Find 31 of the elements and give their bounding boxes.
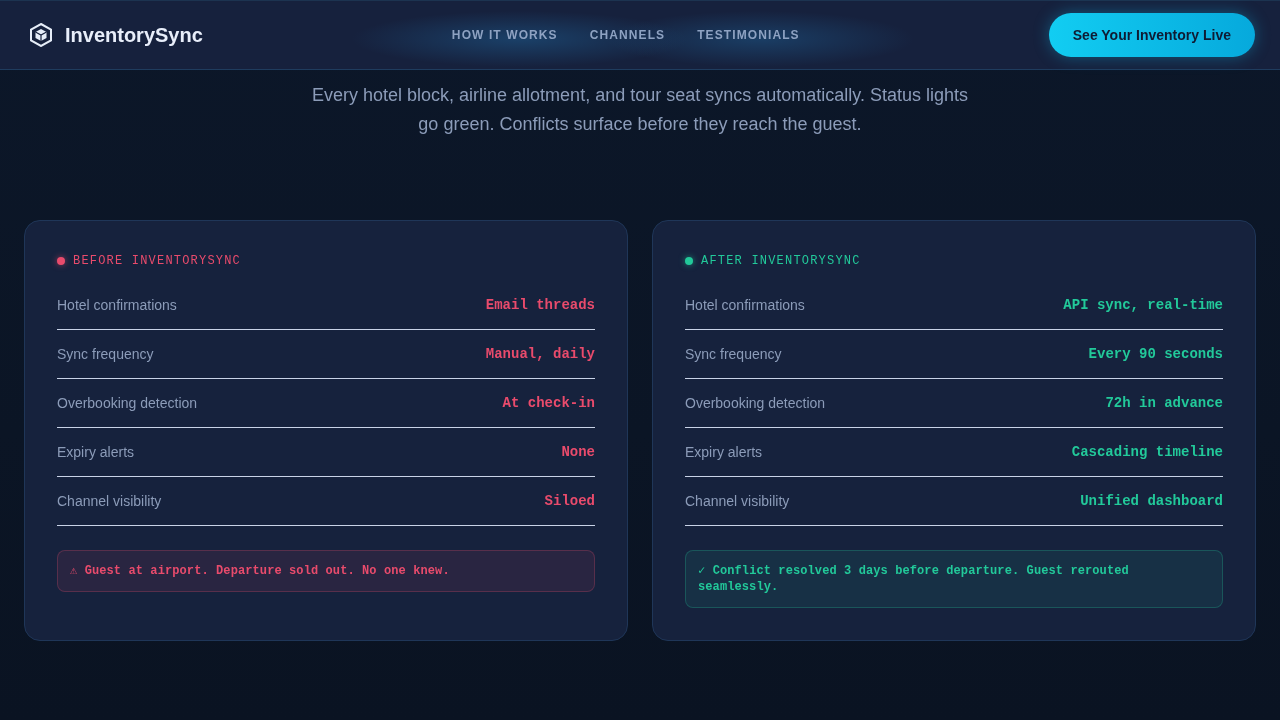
row-value: None [561, 443, 595, 462]
callout-message: ⚠ Guest at airport. Departure sold out. No one knew. [57, 550, 595, 592]
row-label: Channel visibility [57, 492, 162, 511]
row-value: Unified dashboard [1080, 492, 1223, 511]
cta-button[interactable]: See Your Inventory Live [1048, 13, 1255, 57]
callout-message: ✓ Conflict resolved 3 days before departure. Guest rerouted seamlessly. [685, 550, 1223, 608]
row-value: Cascading timeline [1071, 443, 1223, 462]
row-label: Hotel confirmations [685, 296, 805, 315]
row-label: Sync frequency [685, 345, 782, 364]
nav-link[interactable]: CHANNELS [589, 28, 666, 42]
row-label: Channel visibility [685, 492, 790, 511]
nav-link[interactable]: HOW IT WORKS [451, 28, 558, 42]
row-value: Email threads [485, 296, 595, 315]
row-value: Every 90 seconds [1088, 345, 1223, 364]
card-title: AFTER INVENTORYSYNC [701, 253, 861, 269]
row-label: Sync frequency [57, 345, 154, 364]
row-label: Hotel confirmations [57, 296, 177, 315]
card-title: BEFORE INVENTORYSYNC [73, 253, 242, 269]
row-value: 72h in advance [1105, 394, 1223, 413]
hero-description: Every hotel block, airline allotment, and tour seat syncs automatically. Status lights go green. Conflicts surface before they reach the guest. [311, 84, 969, 136]
row-value: At check-in [502, 394, 595, 413]
row-label: Overbooking detection [685, 394, 826, 413]
row-label: Expiry alerts [57, 443, 135, 462]
row-value: Siloed [544, 492, 595, 511]
row-label: Expiry alerts [685, 443, 763, 462]
row-value: Manual, daily [485, 345, 595, 364]
brand-name[interactable]: InventorySync [65, 23, 203, 47]
row-value: API sync, real-time [1063, 296, 1223, 315]
nav-link[interactable]: TESTIMONIALS [697, 28, 800, 42]
row-label: Overbooking detection [57, 394, 198, 413]
cube-icon [30, 23, 52, 47]
